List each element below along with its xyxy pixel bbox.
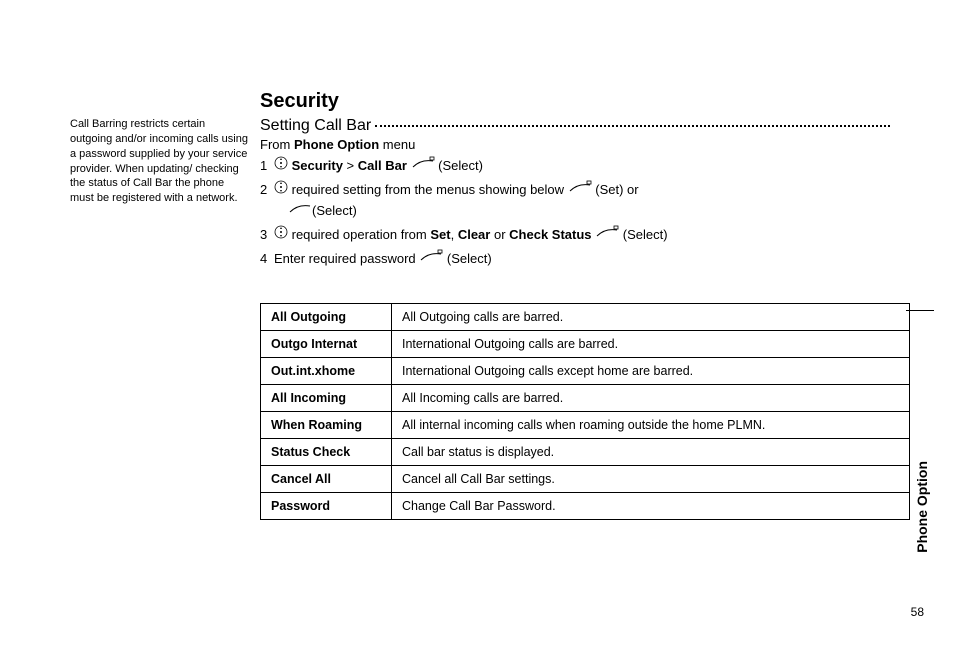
step3-set: Set — [430, 227, 450, 242]
step4-text: Enter required password — [274, 251, 419, 266]
nav-icon — [274, 180, 288, 201]
step-1: 1 Security > Call Bar (Select) — [260, 156, 890, 177]
table-row: All IncomingAll Incoming calls are barre… — [261, 384, 910, 411]
from-line: From Phone Option menu — [260, 137, 890, 152]
opt-val: All internal incoming calls when roaming… — [392, 411, 910, 438]
step-2: 2 required setting from the menus showin… — [260, 180, 890, 222]
opt-val: International Outgoing calls except home… — [392, 357, 910, 384]
page-title: Security — [260, 90, 890, 113]
step-4: 4 Enter required password (Select) — [260, 249, 890, 270]
opt-val: All Outgoing calls are barred. — [392, 303, 910, 330]
opt-key: All Outgoing — [261, 303, 392, 330]
step3-c2: or — [490, 227, 509, 242]
table-row: All OutgoingAll Outgoing calls are barre… — [261, 303, 910, 330]
from-suffix: menu — [379, 137, 415, 152]
opt-key: Out.int.xhome — [261, 357, 392, 384]
step3-c1: , — [451, 227, 458, 242]
step2-set: (Set) or — [592, 182, 639, 197]
table-row: Status CheckCall bar status is displayed… — [261, 438, 910, 465]
opt-val: Cancel all Call Bar settings. — [392, 465, 910, 492]
step3-lead: required operation from — [288, 227, 430, 242]
opt-val: Change Call Bar Password. — [392, 492, 910, 519]
table-row: Outgo InternatInternational Outgoing cal… — [261, 330, 910, 357]
options-table: All OutgoingAll Outgoing calls are barre… — [260, 303, 910, 520]
step2-lead: required setting from the menus showing … — [288, 182, 568, 197]
step-number: 3 — [260, 225, 274, 246]
select-icon — [419, 249, 443, 270]
opt-val: All Incoming calls are barred. — [392, 384, 910, 411]
leader-dots — [375, 125, 890, 127]
step-number: 1 — [260, 156, 274, 177]
from-bold: Phone Option — [294, 137, 379, 152]
main-content: Setting Call Bar From Phone Option menu … — [260, 117, 890, 273]
step-number: 2 — [260, 180, 274, 201]
step3-check: Check Status — [509, 227, 591, 242]
step2-select: (Select) — [312, 203, 357, 218]
select-icon — [411, 156, 435, 177]
section-subheading: Setting Call Bar — [260, 117, 371, 135]
side-note: Call Barring restricts certain outgoing … — [70, 117, 260, 206]
opt-key: All Incoming — [261, 384, 392, 411]
select-icon — [288, 201, 312, 222]
section-tab-label: Phone Option — [914, 461, 930, 553]
step-3: 3 required operation from Set, Clear or … — [260, 225, 890, 246]
step-number: 4 — [260, 249, 274, 270]
step3-tail: (Select) — [619, 227, 667, 242]
opt-key: When Roaming — [261, 411, 392, 438]
step1-callbar: Call Bar — [358, 158, 407, 173]
step1-security: Security — [292, 158, 343, 173]
select-icon — [595, 225, 619, 246]
step3-clear: Clear — [458, 227, 491, 242]
opt-key: Password — [261, 492, 392, 519]
step4-tail: (Select) — [443, 251, 491, 266]
table-row: PasswordChange Call Bar Password. — [261, 492, 910, 519]
step1-tail: (Select) — [435, 158, 483, 173]
page-number: 58 — [911, 605, 924, 619]
nav-icon — [274, 156, 288, 177]
table-row: Out.int.xhomeInternational Outgoing call… — [261, 357, 910, 384]
opt-val: International Outgoing calls are barred. — [392, 330, 910, 357]
opt-val: Call bar status is displayed. — [392, 438, 910, 465]
opt-key: Status Check — [261, 438, 392, 465]
opt-key: Outgo Internat — [261, 330, 392, 357]
table-row: When RoamingAll internal incoming calls … — [261, 411, 910, 438]
select-icon — [568, 180, 592, 201]
from-prefix: From — [260, 137, 294, 152]
nav-icon — [274, 225, 288, 246]
section-tab: Phone Option — [906, 310, 934, 591]
step1-sep: > — [343, 158, 358, 173]
table-row: Cancel AllCancel all Call Bar settings. — [261, 465, 910, 492]
opt-key: Cancel All — [261, 465, 392, 492]
